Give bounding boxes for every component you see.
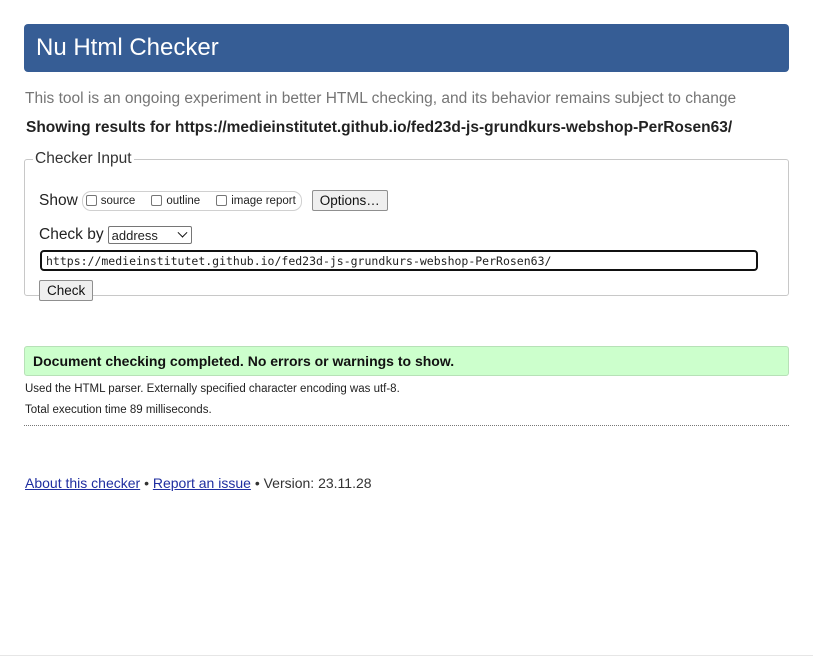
parser-info: Used the HTML parser. Externally specifi… — [25, 383, 400, 395]
footer-separator-2: • — [254, 475, 260, 491]
outline-checkbox-label: outline — [166, 194, 201, 207]
dotted-divider — [24, 425, 789, 426]
check-button-wrap: Check — [39, 280, 94, 301]
title-bar: Nu Html Checker — [24, 24, 789, 72]
document-url-input[interactable]: https://medieinstitutet.github.io/fed23d… — [40, 250, 758, 271]
check-button[interactable]: Check — [39, 280, 94, 301]
show-options-group: source outline image report — [81, 190, 302, 211]
source-checkbox[interactable] — [85, 195, 97, 206]
check-by-label: Check by — [39, 226, 104, 243]
source-checkbox-label: source — [100, 194, 136, 207]
show-label: Show — [39, 191, 78, 209]
report-issue-link[interactable]: Report an issue — [153, 475, 251, 491]
chevron-down-icon — [177, 227, 188, 238]
footer-separator-1: • — [144, 475, 149, 491]
check-by-select[interactable]: address — [107, 226, 192, 244]
image-report-checkbox-label: image report — [231, 194, 296, 207]
checker-input-fieldset: Checker Input Show source outline image … — [24, 150, 789, 301]
options-button[interactable]: Options… — [311, 190, 388, 211]
success-message: Document checking completed. No errors o… — [24, 346, 789, 376]
outline-checkbox[interactable] — [151, 195, 163, 206]
show-outline-option[interactable]: outline — [151, 195, 200, 207]
showing-results-heading: Showing results for https://medieinstitu… — [26, 119, 733, 136]
page: Nu Html Checker This tool is an ongoing … — [0, 0, 813, 658]
page-title: Nu Html Checker — [36, 34, 219, 61]
show-source-option[interactable]: source — [85, 194, 136, 207]
checker-input-legend: Checker Input — [35, 150, 132, 167]
check-by-row: Check by address — [39, 226, 192, 244]
check-by-selected-value: address — [111, 227, 158, 243]
execution-time: Total execution time 89 milliseconds. — [25, 404, 212, 416]
show-row: Show source outline image report Options… — [39, 190, 388, 211]
version-text: Version: 23.11.28 — [263, 475, 372, 491]
footer: About this checker • Report an issue • V… — [25, 475, 372, 491]
bottom-divider — [0, 655, 813, 656]
show-image-report-option[interactable]: image report — [216, 195, 296, 207]
image-report-checkbox[interactable] — [216, 195, 228, 206]
about-checker-link[interactable]: About this checker — [25, 475, 140, 491]
tagline: This tool is an ongoing experiment in be… — [25, 90, 737, 107]
